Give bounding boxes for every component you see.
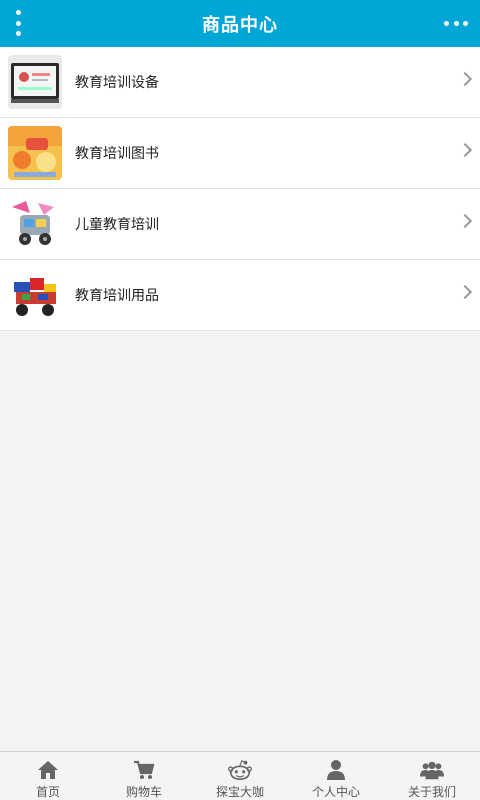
list-item-equipment[interactable]: 教育培训设备	[0, 47, 480, 118]
tab-label: 首页	[35, 785, 60, 799]
more-vertical-icon[interactable]	[12, 10, 24, 36]
list-item-books[interactable]: 教育培训图书	[0, 118, 480, 189]
thumbnail-books	[8, 126, 62, 180]
list-item-label: 儿童教育培训	[75, 217, 159, 233]
chevron-right-icon	[457, 142, 473, 158]
thumbnail-children	[8, 197, 62, 251]
cart-icon	[132, 758, 156, 781]
tab-profile[interactable]: 个人中心	[288, 752, 384, 800]
app-screen: 商品中心 教育培训设备 教育培训图书 儿童教育培训 教育培训用品 首页 购物车 …	[0, 0, 480, 800]
list-item-supplies[interactable]: 教育培训用品	[0, 260, 480, 331]
list-item-label: 教育培训图书	[75, 146, 159, 162]
home-icon	[36, 758, 60, 781]
bottom-tab-bar: 首页 购物车 探宝大咖 个人中心 关于我们	[0, 751, 480, 800]
list-item-children[interactable]: 儿童教育培训	[0, 189, 480, 260]
user-icon	[324, 758, 348, 781]
more-horizontal-icon[interactable]	[444, 19, 468, 27]
category-list: 教育培训设备 教育培训图书 儿童教育培训 教育培训用品	[0, 47, 480, 331]
top-header-bar: 商品中心	[0, 0, 480, 47]
reddit-alien-icon	[228, 758, 252, 781]
list-item-label: 教育培训设备	[75, 75, 159, 91]
chevron-right-icon	[457, 213, 473, 229]
users-group-icon	[420, 758, 444, 781]
chevron-right-icon	[457, 71, 473, 87]
tab-explore[interactable]: 探宝大咖	[192, 752, 288, 800]
tab-label: 关于我们	[407, 785, 456, 799]
tab-home[interactable]: 首页	[0, 752, 96, 800]
list-item-label: 教育培训用品	[75, 288, 159, 304]
page-title: 商品中心	[202, 14, 278, 36]
thumbnail-equipment	[8, 55, 62, 109]
chevron-right-icon	[457, 284, 473, 300]
tab-cart[interactable]: 购物车	[96, 752, 192, 800]
tab-label: 个人中心	[311, 785, 360, 799]
tab-label: 购物车	[125, 785, 162, 799]
tab-about[interactable]: 关于我们	[384, 752, 480, 800]
tab-label: 探宝大咖	[215, 785, 264, 799]
thumbnail-supplies	[8, 268, 62, 322]
